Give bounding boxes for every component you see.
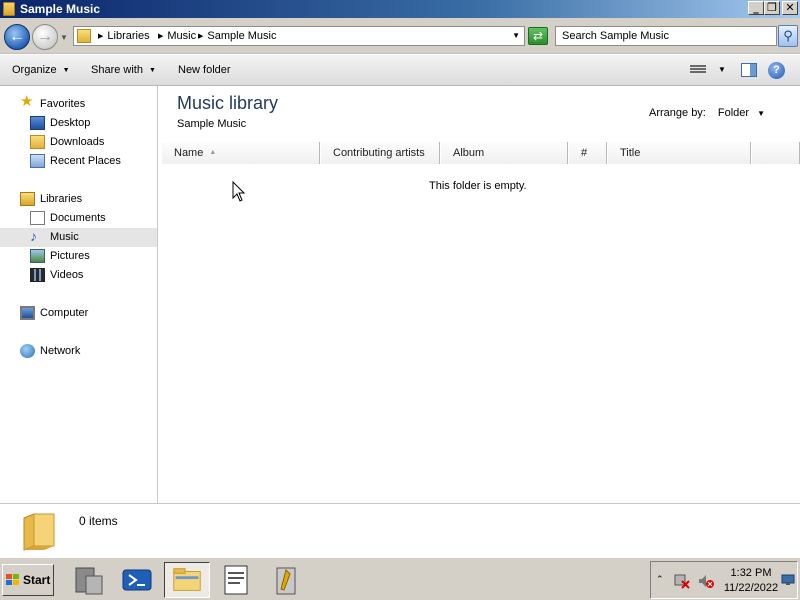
volume-muted-icon[interactable]	[697, 572, 715, 590]
show-hidden-icons-icon[interactable]: ⌃	[656, 574, 664, 585]
clock[interactable]: 1:32 PM 11/22/2022	[723, 566, 779, 596]
change-view-icon[interactable]	[690, 64, 706, 76]
recent-pages-dropdown[interactable]: ▼	[60, 33, 68, 42]
network-icon	[20, 344, 35, 358]
forward-arrow-icon: →	[37, 28, 53, 45]
empty-folder-message: This folder is empty.	[429, 180, 527, 192]
arrange-by-value[interactable]: Folder	[718, 107, 749, 119]
content-pane: Music library Sample Music Arrange by: Fo…	[159, 86, 800, 503]
start-button[interactable]: Start	[2, 564, 54, 596]
column-header-track-number[interactable]: #	[568, 142, 607, 164]
back-button[interactable]: ←	[4, 24, 30, 50]
music-note-icon: ♪	[30, 228, 37, 244]
documents-icon	[30, 211, 45, 225]
clock-date: 11/22/2022	[723, 582, 779, 594]
mouse-cursor-icon	[232, 181, 246, 202]
clock-time: 1:32 PM	[730, 567, 772, 579]
videos-icon	[30, 268, 45, 282]
network-status-icon[interactable]	[673, 572, 691, 590]
system-tray: ⌃ 1:32 PM 11/22/2022	[650, 561, 798, 599]
chevron-down-icon[interactable]: ▼	[757, 109, 765, 118]
library-title: Music library	[177, 93, 279, 113]
pictures-icon	[30, 249, 45, 263]
breadcrumb-libraries[interactable]: ▶ Libraries	[98, 30, 150, 42]
powershell-icon	[122, 569, 152, 591]
command-bar: Organize ▼ Share with ▼ New folder ▼ ?	[0, 55, 800, 86]
refresh-icon: ⇄	[532, 29, 544, 43]
title-bar: Sample Music _ ❐ ✕	[0, 0, 800, 18]
preview-pane-icon[interactable]	[741, 63, 757, 77]
computer-icon	[20, 306, 35, 320]
star-icon: ★	[20, 93, 34, 110]
help-icon[interactable]: ?	[768, 62, 785, 79]
breadcrumb-sample-music[interactable]: ▶ Sample Music	[198, 30, 276, 42]
details-pane: 0 items	[0, 503, 800, 557]
window-title: Sample Music	[20, 2, 101, 16]
share-with-button[interactable]: Share with ▼	[91, 64, 156, 76]
address-row: ← → ▼ ▶ Libraries ▶ Music ▶ Sample Music ▼ …	[0, 18, 800, 54]
back-arrow-icon: ←	[9, 28, 25, 45]
administrative-tools-icon	[276, 567, 296, 595]
search-input[interactable]: Search Sample Music	[555, 26, 777, 46]
taskbar-powershell-button[interactable]	[114, 562, 160, 598]
taskbar: Start ⌃ 1:32 PM 11/22/2022	[0, 557, 800, 600]
libraries-icon	[20, 192, 35, 206]
downloads-folder-icon	[30, 135, 45, 149]
refresh-button[interactable]: ⇄	[528, 27, 548, 45]
view-options-dropdown[interactable]: ▼	[718, 65, 726, 74]
folder-icon	[77, 29, 91, 43]
windows-logo-icon	[6, 574, 19, 585]
folder-icon	[3, 2, 15, 16]
new-folder-button[interactable]: New folder	[178, 64, 231, 76]
search-icon: ⚲	[783, 28, 793, 43]
organize-button[interactable]: Organize ▼	[12, 64, 70, 76]
item-count: 0 items	[79, 514, 118, 528]
show-desktop-icon[interactable]	[781, 574, 795, 586]
minimize-button[interactable]: _	[748, 1, 764, 15]
folder-icon	[23, 513, 55, 551]
forward-button[interactable]: →	[32, 24, 58, 50]
search-button[interactable]: ⚲	[778, 25, 798, 47]
sort-ascending-icon: ▲	[209, 149, 217, 156]
arrange-by-label: Arrange by:	[649, 107, 706, 119]
recent-places-icon	[30, 154, 45, 168]
column-header-title[interactable]: Title	[607, 142, 751, 164]
explorer-folder-icon	[173, 568, 201, 591]
arrange-by[interactable]: Arrange by: Folder ▼	[649, 107, 765, 119]
column-header-empty[interactable]	[751, 142, 800, 164]
address-dropdown-icon[interactable]: ▼	[512, 31, 520, 40]
close-button[interactable]: ✕	[782, 1, 798, 15]
library-subtitle: Sample Music	[177, 118, 247, 130]
navigation-pane: ★ Favorites Desktop Downloads Recent Pla…	[0, 86, 158, 503]
desktop-icon	[30, 116, 45, 130]
maximize-button[interactable]: ❐	[764, 1, 780, 15]
server-manager-icon	[75, 567, 103, 595]
taskbar-tools-button[interactable]	[264, 562, 310, 598]
notepad-icon	[224, 565, 248, 595]
column-header-album[interactable]: Album	[440, 142, 568, 164]
taskbar-notepad-button[interactable]	[214, 562, 260, 598]
address-bar[interactable]: ▶ Libraries ▶ Music ▶ Sample Music ▼	[73, 26, 525, 46]
breadcrumb-music[interactable]: ▶ Music	[158, 30, 196, 42]
taskbar-server-manager-button[interactable]	[66, 562, 112, 598]
taskbar-explorer-button[interactable]	[164, 562, 210, 598]
column-header-row: Name ▲ Contributing artists Album # Title	[161, 142, 800, 164]
column-header-name[interactable]: Name ▲	[161, 142, 320, 164]
column-header-contributing-artists[interactable]: Contributing artists	[320, 142, 440, 164]
